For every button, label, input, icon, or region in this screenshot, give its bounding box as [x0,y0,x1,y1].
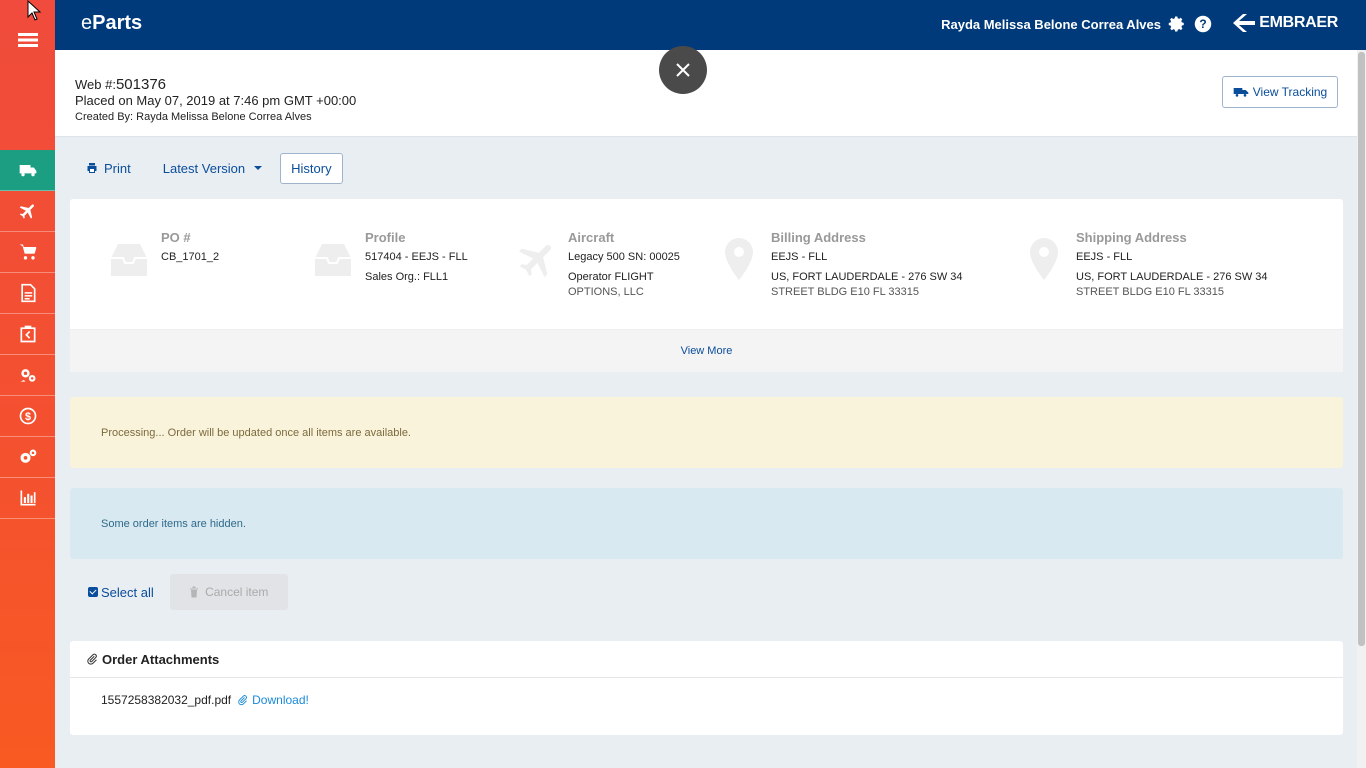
gear-icon[interactable] [1168,15,1186,33]
billing-line3: STREET BLDG E10 FL 33315 [771,286,919,298]
sidebar-item-reports[interactable] [0,478,55,519]
tracking-truck-icon [1233,88,1249,97]
cancel-item-button[interactable]: Cancel item [169,574,288,610]
sidebar-item-returns[interactable] [0,314,55,355]
map-pin-icon [725,238,753,280]
trash-icon [190,586,199,598]
sidebar-item-documents[interactable] [0,273,55,314]
map-pin-icon [1030,238,1058,280]
billing-line1: EEJS - FLL [771,251,828,263]
cart-icon [19,244,36,260]
svg-text:$: $ [24,411,30,423]
plane-icon [19,204,34,219]
view-more-link[interactable]: View More [70,329,1343,372]
sidebar-item-settings[interactable] [0,437,55,478]
gears-icon [20,449,36,463]
order-attachments-panel: Order Attachments 1557258382032_pdf.pdf … [70,641,1343,735]
sidebar-item-orders[interactable] [0,150,55,191]
order-info-card: PO # CB_1701_2 Profile 517404 - EEJS - F… [70,199,1343,372]
truck-icon [19,165,36,177]
aircraft-line1: Legacy 500 SN: 00025 [568,251,680,263]
attachment-filename: 1557258382032_pdf.pdf [101,693,232,707]
aircraft-line2: Operator FLIGHT [568,271,654,283]
embraer-arrow-icon [1233,14,1256,32]
shipping-title: Shipping Address [1076,230,1187,245]
shipping-line1: EEJS - FLL [1076,251,1133,263]
profile-title: Profile [365,230,406,245]
inbox-tray-icon [111,244,147,276]
hidden-items-alert: Some order items are hidden. [70,488,1343,559]
view-tracking-button[interactable]: View Tracking [1222,76,1338,108]
embraer-logo: EMBRAER [1233,14,1338,32]
attachments-header: Order Attachments [70,641,1343,678]
profile-line1: 517404 - EEJS - FLL [365,251,468,263]
printer-icon [87,163,97,173]
app-logo[interactable]: eParts [81,12,142,35]
processing-alert: Processing... Order will be updated once… [70,397,1343,468]
item-actions: Select all Cancel item [88,574,288,610]
billing-line2: US, FORT LAUDERDALE - 276 SW 34 [771,271,963,283]
attachments-title: Order Attachments [102,651,220,667]
po-title: PO # [161,230,191,245]
po-value: CB_1701_2 [161,251,220,263]
select-all-checkbox[interactable]: Select all [88,585,154,600]
close-button[interactable] [659,46,707,94]
sidebar-item-flights[interactable] [0,191,55,232]
order-toolbar: Print Latest Version History [70,152,343,184]
sidebar: $ [0,0,55,768]
close-icon [676,63,690,77]
aircraft-title: Aircraft [568,230,615,245]
aircraft-line3: OPTIONS, LLC [568,286,644,298]
bar-chart-icon [20,490,35,506]
hamburger-icon [17,33,38,47]
web-number: Web #:501376 [75,76,167,93]
billing-title: Billing Address [771,230,866,245]
print-button[interactable]: Print [70,152,147,184]
shipping-line3: STREET BLDG E10 FL 33315 [1076,286,1224,298]
top-header: eParts Rayda Melissa Belone Correa Alves… [55,0,1366,50]
return-box-icon [20,325,35,343]
created-by: Created By: Rayda Melissa Belone Correa … [75,111,312,123]
scrollbar-thumb[interactable] [1358,52,1365,646]
placed-date: Placed on May 07, 2019 at 7:46 pm GMT +0… [75,93,357,108]
svg-text:?: ? [1199,17,1206,31]
checkbox-checked-icon [88,587,98,597]
caret-down-icon [254,166,263,170]
document-icon [20,283,35,303]
profile-tray-icon [315,244,351,276]
sidebar-item-finance[interactable]: $ [0,396,55,437]
sidebar-item-cart[interactable] [0,232,55,273]
user-name[interactable]: Rayda Melissa Belone Correa Alves [941,17,1161,32]
attachment-row: 1557258382032_pdf.pdf Download! [101,693,309,707]
paperclip-icon [87,653,97,665]
sidebar-item-exchange[interactable] [0,355,55,396]
download-link[interactable]: Download! [237,693,309,707]
dollar-icon: $ [19,407,36,425]
airplane-icon [519,244,552,277]
latest-version-dropdown[interactable]: Latest Version [147,152,278,184]
shipping-line2: US, FORT LAUDERDALE - 276 SW 34 [1076,271,1268,283]
mouse-cursor-icon [27,0,41,21]
profile-line2: Sales Org.: FLL1 [365,271,449,283]
exchange-gears-icon [20,369,35,382]
help-icon[interactable]: ? [1194,15,1212,33]
paperclip-icon [238,695,248,706]
history-button[interactable]: History [280,152,343,184]
